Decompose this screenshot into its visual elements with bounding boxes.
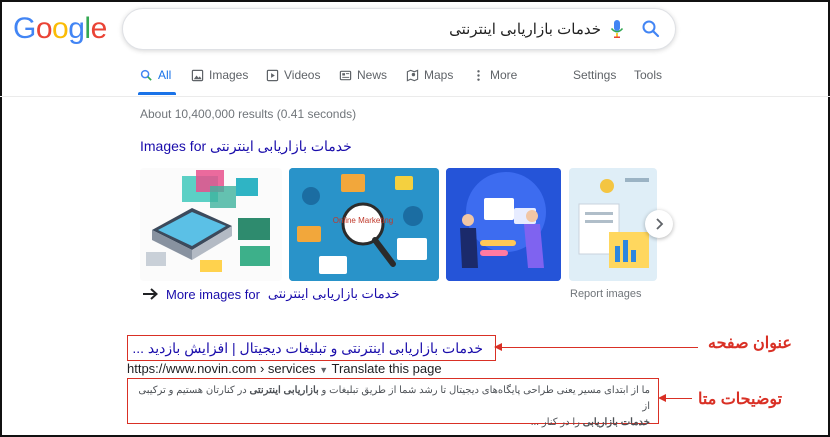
annotation-page-title: عنوان صفحه (708, 335, 792, 352)
result-url-line: https://www.novin.com › services ▼ Trans… (127, 361, 442, 376)
logo-letter: o (52, 12, 69, 45)
search-query[interactable]: خدمات بازاریابی اینترنتی (449, 20, 601, 38)
desc-bold: خدمات بازاریابی (582, 417, 650, 428)
desc-bold: بازاریابی اینترنتی (249, 385, 319, 396)
desc-text: را در کنار ... (530, 417, 583, 428)
online-marketing-illustration: Online Marketing (289, 168, 439, 281)
arrow-right-icon (143, 288, 158, 300)
tab-images[interactable]: Images (191, 68, 248, 82)
result-title[interactable]: خدمات بازاریابی اینترنتی و تبلیغات دیجیت… (132, 340, 483, 357)
image-thumbnail[interactable] (140, 168, 282, 281)
laptop-illustration (140, 168, 282, 281)
logo-letter: o (35, 12, 53, 45)
more-images-label: More images for (166, 286, 260, 302)
tab-label: More (490, 68, 518, 82)
header-divider (0, 96, 830, 97)
annotation-arrow (664, 398, 692, 399)
map-icon (406, 69, 419, 81)
result-description-box: ما از ابتدای مسیر یعنی طراحی پایگاه‌های … (127, 378, 659, 428)
tab-videos[interactable]: Videos (266, 68, 320, 82)
tab-label: All (158, 68, 172, 82)
more-images-query: خدمات بازاریابی اینترنتی (267, 286, 400, 301)
arrowhead-icon (658, 394, 666, 402)
translate-link[interactable]: Translate this page (332, 361, 442, 376)
google-logo[interactable]: Google (13, 12, 107, 46)
tab-label: Maps (424, 68, 454, 82)
result-title-box: خدمات بازاریابی اینترنتی و تبلیغات دیجیت… (127, 335, 496, 361)
logo-letter: g (68, 12, 85, 45)
desc-text: ما از ابتدای مسیر یعنی طراحی پایگاه‌های … (318, 385, 650, 396)
logo-letter: G (13, 12, 36, 45)
tab-more[interactable]: More (472, 68, 517, 82)
images-heading-query: خدمات بازاریابی اینترنتی (210, 138, 352, 154)
tools-link[interactable]: Tools (634, 68, 662, 82)
chevron-right-icon (656, 218, 664, 230)
tab-label: News (357, 68, 388, 82)
images-section-heading[interactable]: Images for خدمات بازاریابی اینترنتی (140, 138, 352, 155)
settings-link[interactable]: Settings (573, 68, 616, 82)
online-marketing-text: Online Marketing (333, 216, 393, 225)
more-dots-icon (477, 69, 480, 81)
tab-maps[interactable]: Maps (406, 68, 453, 82)
search-icon (140, 69, 152, 81)
arrowhead-icon (494, 343, 502, 351)
result-url[interactable]: https://www.novin.com › services (127, 361, 316, 376)
digital-people-illustration (446, 168, 561, 281)
result-description: ما از ابتدای مسیر یعنی طراحی پایگاه‌های … (135, 383, 650, 431)
next-images-button[interactable] (645, 210, 673, 238)
image-thumbnail[interactable]: Online Marketing (289, 168, 439, 281)
image-thumbnail[interactable] (569, 168, 657, 281)
news-icon (339, 70, 352, 80)
active-tab-indicator (138, 92, 176, 95)
tab-label: Images (209, 68, 249, 82)
annotation-arrow (500, 347, 698, 348)
annotation-meta-description: توضیحات متا (698, 391, 783, 408)
tab-all[interactable]: All (140, 68, 171, 82)
search-icon[interactable] (641, 19, 661, 39)
image-thumbnail[interactable] (446, 168, 561, 281)
tab-label: Videos (284, 68, 321, 82)
images-heading-prefix: Images for (140, 138, 207, 154)
logo-letter: e (90, 12, 108, 45)
image-icon (191, 69, 204, 81)
tab-news[interactable]: News (339, 68, 387, 82)
result-stats: About 10,400,000 results (0.41 seconds) (140, 107, 357, 121)
report-images-link[interactable]: Report images (570, 288, 642, 300)
microphone-icon[interactable] (609, 19, 625, 39)
more-images-link[interactable]: More images for خدمات بازاریابی اینترنتی (142, 286, 400, 302)
video-icon (266, 69, 279, 81)
analytics-illustration (569, 168, 657, 281)
caret-down-icon[interactable]: ▼ (319, 365, 328, 375)
search-tabs: All Images Videos News Maps More Setting… (0, 63, 830, 96)
search-box[interactable]: خدمات بازاریابی اینترنتی (122, 8, 676, 50)
